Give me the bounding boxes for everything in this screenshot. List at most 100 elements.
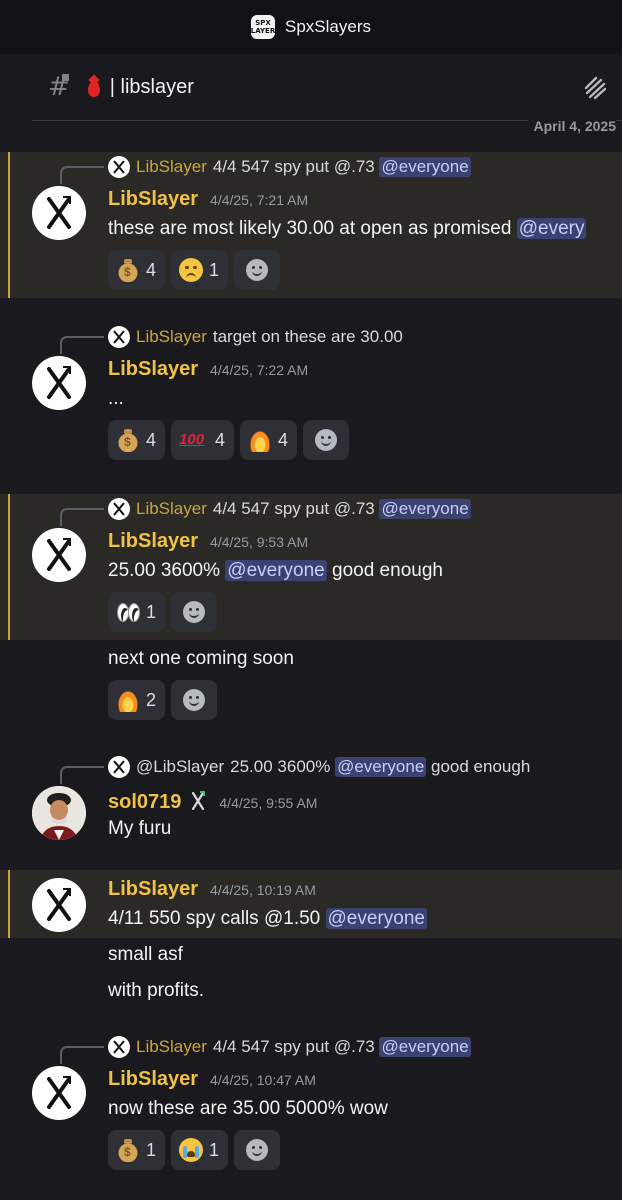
reply-preview[interactable]: LibSlayer 4/4 547 spy put @.73 @everyone: [108, 1036, 471, 1058]
reaction-money-bag[interactable]: 1: [108, 1130, 166, 1170]
threads-icon[interactable]: [582, 76, 608, 100]
reaction-fire[interactable]: 4: [240, 420, 298, 460]
message-header: LibSlayer 4/4/25, 7:22 AM: [108, 358, 308, 381]
avatar[interactable]: [32, 356, 86, 410]
message-item[interactable]: LibSlayer 4/4 547 spy put @.73 @everyone…: [0, 494, 622, 640]
message-item[interactable]: small asf with profits.: [0, 938, 622, 1010]
avatar[interactable]: [32, 528, 86, 582]
timestamp: 4/4/25, 7:21 AM: [210, 192, 309, 208]
reply-avatar: [108, 156, 130, 178]
reply-connector: [60, 336, 104, 354]
add-reaction-icon: [183, 601, 206, 623]
server-logo-icon: SPX SLAYERS: [246, 15, 280, 39]
reaction-crying[interactable]: 1: [171, 1130, 229, 1170]
add-reaction-icon: [246, 1139, 269, 1161]
reply-preview[interactable]: LibSlayer 4/4 547 spy put @.73 @everyone: [108, 498, 471, 520]
author-name[interactable]: LibSlayer: [108, 188, 198, 211]
mention-everyone[interactable]: @everyone: [379, 499, 471, 519]
reply-avatar: [108, 1036, 130, 1058]
reply-author: LibSlayer: [136, 1037, 207, 1056]
reply-connector: [60, 1046, 104, 1064]
avatar[interactable]: [32, 786, 86, 840]
message-item[interactable]: LibSlayer 4/4 547 spy put @.73 @everyone…: [0, 152, 622, 298]
disappointed-face-icon: [179, 258, 204, 282]
reply-text: 25.00 3600%: [230, 757, 331, 776]
message-header: LibSlayer 4/4/25, 7:21 AM: [108, 188, 308, 211]
loudly-crying-face-icon: [179, 1138, 204, 1162]
message-item[interactable]: next one coming soon 2: [0, 640, 622, 722]
reactions-row: 4 1: [108, 250, 281, 290]
reply-connector: [60, 766, 104, 784]
message-header: LibSlayer 4/4/25, 10:47 AM: [108, 1068, 316, 1091]
add-reaction-button[interactable]: [171, 680, 218, 720]
reply-text: 4/4 547 spy put @.73: [212, 1037, 375, 1056]
author-name[interactable]: LibSlayer: [108, 530, 198, 553]
reply-author: @LibSlayer: [136, 757, 225, 776]
avatar[interactable]: [32, 186, 86, 240]
avatar[interactable]: [32, 1066, 86, 1120]
reply-connector: [60, 508, 104, 526]
fire-icon: [248, 428, 273, 452]
reaction-fire[interactable]: 2: [108, 680, 166, 720]
timestamp: 4/4/25, 7:22 AM: [210, 362, 309, 378]
reply-author: LibSlayer: [136, 499, 207, 518]
blood-drop-icon: [87, 81, 100, 97]
author-name[interactable]: LibSlayer: [108, 358, 198, 381]
money-bag-icon: [116, 428, 140, 452]
author-name[interactable]: sol0719: [108, 791, 181, 814]
mention-everyone[interactable]: @everyone: [335, 757, 427, 777]
sword-badge-icon: [192, 791, 206, 811]
message-item[interactable]: LibSlayer 4/4 547 spy put @.73 @everyone…: [0, 1032, 622, 1178]
reaction-eyes[interactable]: 1: [108, 592, 166, 632]
add-reaction-icon: [246, 259, 269, 281]
message-text: next one coming soon: [108, 648, 294, 669]
message-text: 4/11 550 spy calls @1.50 @everyone: [108, 908, 427, 929]
message-text: ...: [108, 388, 124, 409]
message-header: LibSlayer 4/4/25, 9:53 AM: [108, 530, 308, 553]
reaction-money-bag[interactable]: 4: [108, 420, 166, 460]
reply-text: target on these are 30.00: [212, 327, 403, 346]
add-reaction-button[interactable]: [171, 592, 218, 632]
message-text: small asf: [108, 944, 183, 965]
add-reaction-button[interactable]: [234, 250, 281, 290]
channel-header: # | libslayer: [0, 54, 622, 120]
money-bag-icon: [116, 258, 140, 282]
timestamp: 4/4/25, 9:55 AM: [219, 795, 318, 811]
message-item[interactable]: @LibSlayer 25.00 3600% @everyone good en…: [0, 752, 622, 852]
hundred-points-icon: 100: [179, 431, 205, 448]
locked-channel-hash-icon: #: [48, 72, 70, 102]
reactions-row: 4 1004 4: [108, 420, 350, 460]
message-item[interactable]: LibSlayer 4/4/25, 10:19 AM 4/11 550 spy …: [0, 870, 622, 938]
reaction-hundred[interactable]: 100 4: [171, 420, 235, 460]
reply-preview[interactable]: @LibSlayer 25.00 3600% @everyone good en…: [108, 756, 530, 778]
reaction-money-bag[interactable]: 4: [108, 250, 166, 290]
add-reaction-icon: [183, 689, 206, 711]
reactions-row: 1 1: [108, 1130, 281, 1170]
mention-everyone[interactable]: @everyone: [325, 908, 427, 929]
message-item[interactable]: LibSlayer target on these are 30.00 LibS…: [0, 322, 622, 468]
reply-preview[interactable]: LibSlayer 4/4 547 spy put @.73 @everyone: [108, 156, 471, 178]
mention-everyone[interactable]: @everyone: [379, 157, 471, 177]
message-text: now these are 35.00 5000% wow: [108, 1098, 388, 1119]
message-header: sol0719 4/4/25, 9:55 AM: [108, 788, 317, 814]
reply-connector: [60, 166, 104, 184]
add-reaction-button[interactable]: [303, 420, 350, 460]
mention-everyone[interactable]: @everyone: [379, 1037, 471, 1057]
reaction-disappointed[interactable]: 1: [171, 250, 229, 290]
mention-everyone[interactable]: @everyone: [225, 560, 327, 581]
author-name[interactable]: LibSlayer: [108, 878, 198, 901]
message-text: My furu: [108, 818, 172, 839]
avatar[interactable]: [32, 878, 86, 932]
channel-name: | libslayer: [109, 75, 194, 98]
date-divider-label: April 4, 2025: [527, 118, 616, 134]
reply-preview[interactable]: LibSlayer target on these are 30.00: [108, 326, 403, 348]
timestamp: 4/4/25, 10:19 AM: [210, 882, 316, 898]
reply-avatar: [108, 326, 130, 348]
money-bag-icon: [116, 1138, 140, 1162]
reply-author: LibSlayer: [136, 157, 207, 176]
mention-everyone[interactable]: @every: [516, 218, 587, 239]
add-reaction-button[interactable]: [234, 1130, 281, 1170]
author-name[interactable]: LibSlayer: [108, 1068, 198, 1091]
message-text: these are most likely 30.00 at open as p…: [108, 218, 587, 239]
fire-icon: [116, 688, 140, 712]
